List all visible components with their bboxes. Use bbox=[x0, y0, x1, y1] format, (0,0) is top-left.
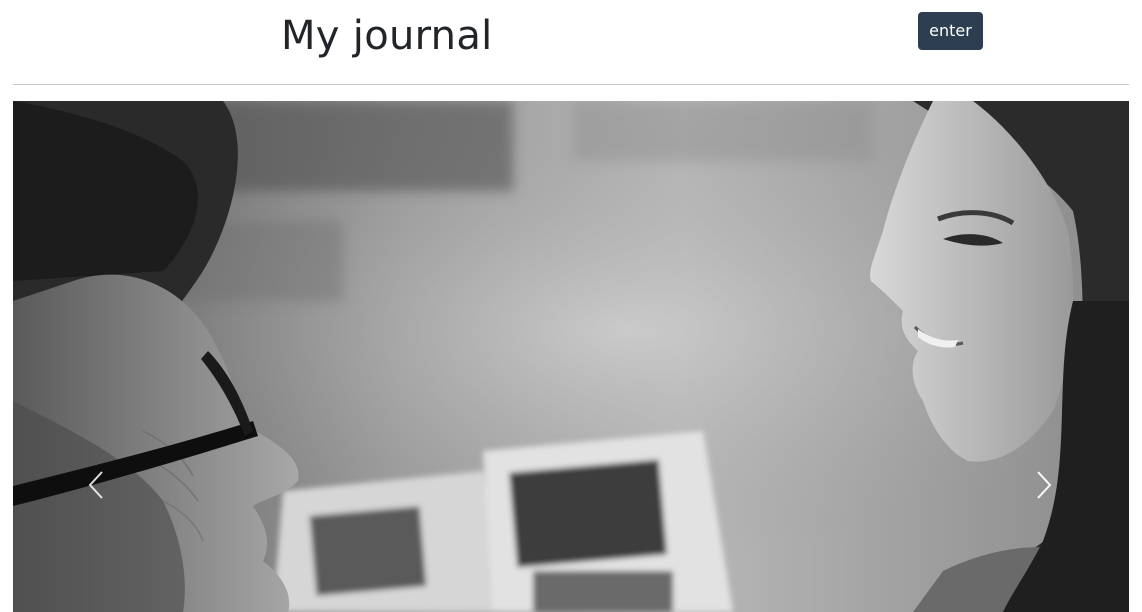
chevron-left-icon bbox=[88, 471, 103, 499]
carousel-slide-image bbox=[13, 101, 1129, 612]
enter-button[interactable]: enter bbox=[918, 12, 983, 50]
chevron-right-icon bbox=[1037, 471, 1052, 499]
page-title: My journal bbox=[281, 13, 493, 59]
site-header: My journal enter bbox=[0, 0, 1142, 84]
carousel-next-button[interactable] bbox=[1024, 457, 1064, 513]
header-divider bbox=[13, 84, 1129, 85]
image-carousel bbox=[13, 101, 1129, 612]
carousel-prev-button[interactable] bbox=[76, 457, 116, 513]
